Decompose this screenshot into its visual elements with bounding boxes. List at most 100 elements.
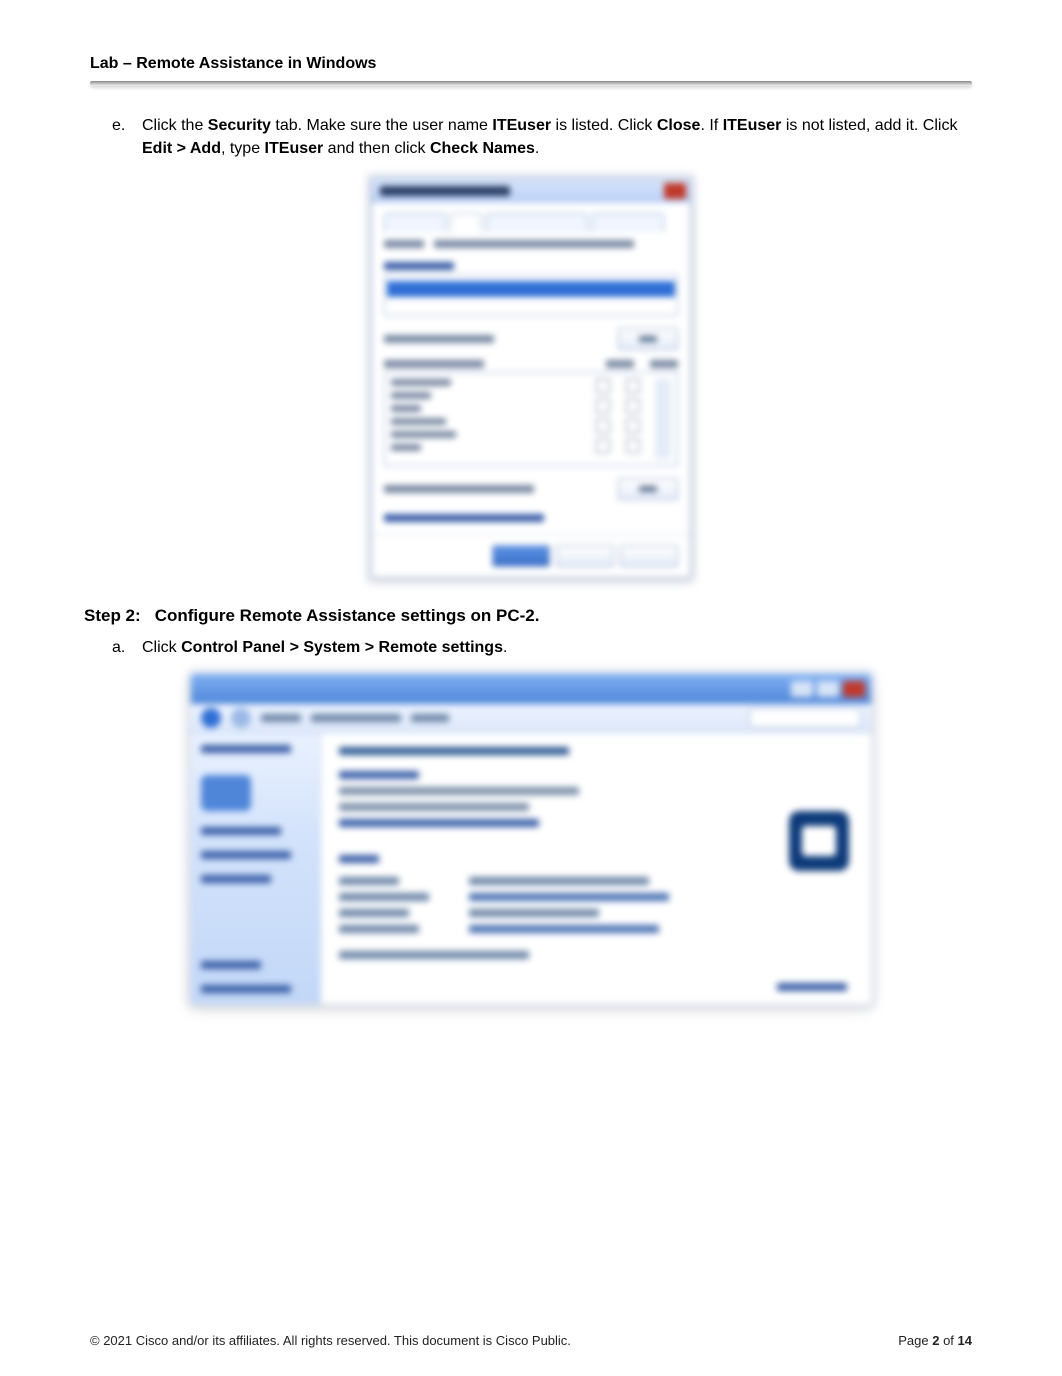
bold: ITEuser: [265, 140, 324, 157]
allow-column: [596, 379, 610, 459]
window-titlebar: [191, 674, 871, 704]
close-icon[interactable]: [843, 681, 865, 697]
bold: ITEuser: [492, 117, 551, 134]
side-link-remote-settings[interactable]: [201, 851, 291, 859]
link-line[interactable]: [339, 819, 539, 827]
side-link[interactable]: [201, 745, 291, 753]
instruction-step-a: a. Click Control Panel > System > Remote…: [112, 636, 972, 659]
close-icon[interactable]: [664, 183, 686, 199]
selected-user-row[interactable]: [387, 281, 675, 297]
side-link[interactable]: [201, 961, 261, 969]
windows-edition-block: [339, 771, 853, 827]
system-window: [191, 674, 871, 1004]
step-text: Click the Security tab. Make sure the us…: [142, 114, 972, 160]
step-number: Step 2:: [84, 606, 141, 626]
row-label: [339, 925, 419, 933]
text: , type: [221, 140, 265, 157]
text: and then click: [323, 140, 430, 157]
row-label: [339, 893, 429, 901]
row-label: [339, 877, 399, 885]
permissions-header: [384, 360, 678, 368]
main-heading: [339, 747, 569, 755]
toolbar: [191, 704, 871, 733]
info-line: [339, 803, 529, 811]
text: tab. Make sure the user name: [271, 117, 492, 134]
deny-label: [650, 360, 678, 368]
checkbox[interactable]: [596, 419, 610, 433]
step-text: Click Control Panel > System > Remote se…: [142, 636, 972, 659]
side-link[interactable]: [201, 985, 291, 993]
labels-col: [339, 877, 429, 933]
checkbox[interactable]: [626, 439, 640, 453]
button-label: [639, 336, 657, 342]
edit-row: [384, 328, 678, 350]
tab-strip: [384, 213, 678, 232]
shield-icon: [201, 775, 251, 811]
bold: Close: [657, 117, 701, 134]
document-page: Lab – Remote Assistance in Windows e. Cl…: [0, 0, 1062, 1376]
dialog-titlebar: [372, 179, 690, 203]
maximize-icon[interactable]: [817, 681, 839, 697]
deny-column: [626, 379, 640, 459]
system-rows: [339, 877, 853, 933]
section-label: [339, 771, 419, 779]
forward-icon[interactable]: [231, 708, 251, 728]
ok-button[interactable]: [492, 545, 550, 567]
checkbox[interactable]: [626, 419, 640, 433]
text: Click: [142, 639, 181, 656]
edit-button[interactable]: [618, 328, 678, 350]
edit-hint: [384, 335, 494, 343]
bold: Edit > Add: [142, 140, 221, 157]
text: is not listed, add it. Click: [781, 117, 957, 134]
bold: Security: [208, 117, 271, 134]
checkbox[interactable]: [626, 379, 640, 393]
button-label: [639, 486, 657, 492]
title-underline: [90, 81, 972, 86]
perm-item: [391, 418, 446, 425]
back-icon[interactable]: [201, 708, 221, 728]
checkbox[interactable]: [596, 379, 610, 393]
breadcrumb-item[interactable]: [261, 714, 301, 722]
scrollbar[interactable]: [656, 379, 671, 459]
checkbox[interactable]: [596, 399, 610, 413]
section-label: [339, 855, 379, 863]
breadcrumb-item[interactable]: [411, 714, 449, 722]
figure-system-window: [90, 674, 972, 1004]
checkbox[interactable]: [596, 439, 610, 453]
page-total: 14: [958, 1333, 972, 1348]
tab-other[interactable]: [486, 213, 588, 232]
step-title: Configure Remote Assistance settings on …: [155, 606, 540, 626]
advanced-row: [384, 478, 678, 500]
info-line: [339, 787, 579, 795]
extra-line: [339, 951, 529, 959]
perm-item: [391, 405, 421, 412]
bold: Check Names: [430, 140, 535, 157]
checkbox[interactable]: [626, 399, 640, 413]
perm-item: [391, 392, 431, 399]
tab-general[interactable]: [384, 213, 446, 232]
tab-security[interactable]: [450, 213, 482, 232]
text: . If: [700, 117, 722, 134]
lab-title: Lab – Remote Assistance in Windows: [90, 55, 972, 81]
apply-button[interactable]: [620, 545, 678, 567]
permission-names: [391, 379, 461, 459]
minimize-icon[interactable]: [791, 681, 813, 697]
rating-link[interactable]: [777, 983, 847, 991]
side-link-device-manager[interactable]: [201, 827, 281, 835]
row-value: [469, 925, 659, 933]
copyright-text: © 2021 Cisco and/or its affiliates. All …: [90, 1333, 571, 1348]
row-label: [339, 909, 409, 917]
cancel-button[interactable]: [556, 545, 614, 567]
values-col: [469, 877, 669, 933]
text: of: [939, 1333, 957, 1348]
step-marker: e.: [112, 114, 142, 137]
learn-link[interactable]: [384, 514, 544, 522]
side-link[interactable]: [201, 875, 271, 883]
advanced-button[interactable]: [618, 478, 678, 500]
figure-security-dialog: [90, 178, 972, 578]
group-user-listbox[interactable]: [384, 274, 678, 316]
breadcrumb-item[interactable]: [311, 714, 401, 722]
search-input[interactable]: [749, 708, 861, 728]
text: Click the: [142, 117, 208, 134]
tab-other2[interactable]: [592, 213, 664, 232]
